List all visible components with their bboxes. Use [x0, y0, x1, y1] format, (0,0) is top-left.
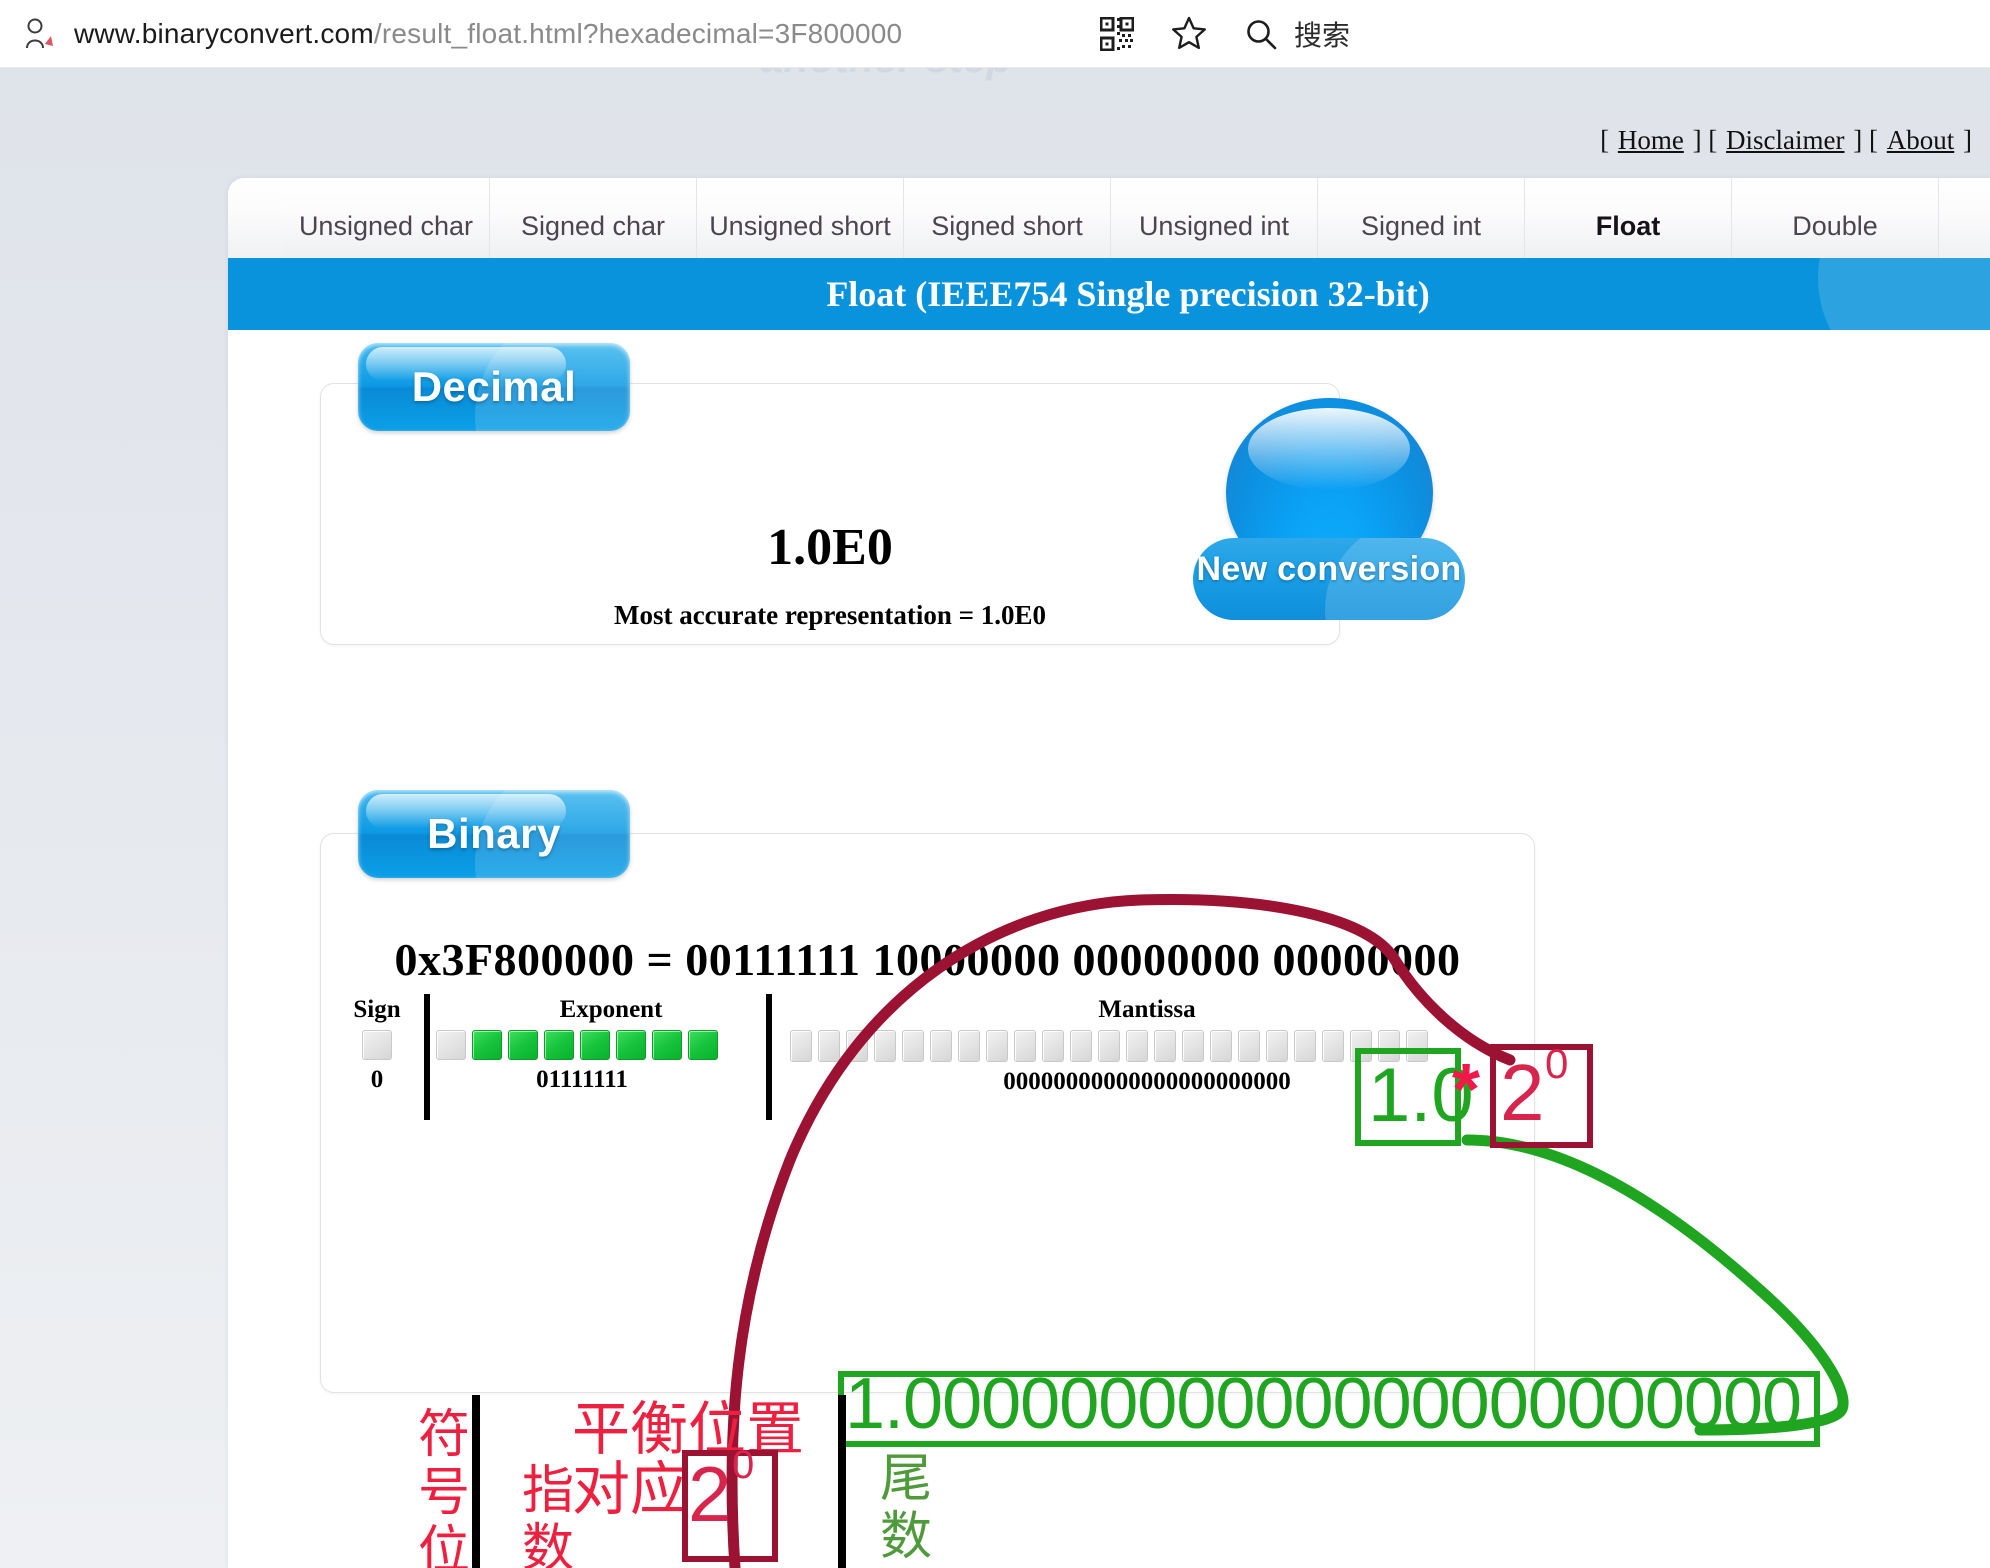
tab-label: Signed short [931, 211, 1083, 241]
url-path: /result_float.html?hexadecimal=3F800000 [373, 17, 903, 49]
mantissa-bit-19 [1322, 1030, 1344, 1062]
decimal-pill-label: Decimal [411, 363, 577, 410]
sign-bit [362, 1030, 392, 1060]
new-conversion-button[interactable]: New conversion [1193, 398, 1483, 648]
tab-label: Unsigned short [709, 211, 891, 241]
bit-fields: Sign 0 Exponent 01111111 Mantissa 000000… [338, 994, 1528, 1120]
mantissa-bit-3 [874, 1030, 896, 1062]
mantissa-bit-10 [1070, 1030, 1092, 1062]
exponent-bit-3 [544, 1030, 574, 1060]
sign-bit-row [362, 1030, 392, 1060]
tab-label: Signed int [1360, 211, 1482, 241]
mantissa-bit-21 [1378, 1030, 1400, 1062]
mantissa-bit-5 [930, 1030, 952, 1062]
bracket-sep-1: ] [ [1692, 125, 1718, 155]
search-button[interactable]: 搜索 [1240, 13, 1350, 55]
tab-signed-short[interactable]: Signed short [904, 178, 1111, 258]
mantissa-bit-12 [1126, 1030, 1148, 1062]
tab-signed-char[interactable]: Signed char [490, 178, 697, 258]
exponent-bit-row [436, 1030, 718, 1060]
star-icon[interactable] [1168, 13, 1210, 55]
tab-unsigned-int[interactable]: Unsigned int [1111, 178, 1318, 258]
binary-pill: Binary [358, 790, 630, 878]
binary-panel [320, 833, 1535, 1393]
mantissa-bit-4 [902, 1030, 924, 1062]
type-tabs: Unsigned char Signed char Unsigned short… [228, 178, 1990, 258]
site-content: Unsigned char Signed char Unsigned short… [228, 178, 1990, 1568]
bracket-close: ] [1963, 125, 1972, 155]
decimal-value: 1.0E0 [767, 519, 893, 576]
page-title: Float (IEEE754 Single precision 32-bit) [826, 274, 1430, 314]
tab-label: Unsigned int [1138, 211, 1290, 241]
url-host: www.binaryconvert.com [74, 17, 374, 49]
top-links: [ Home ] [ Disclaimer ] [ About ] [1600, 125, 1972, 156]
decimal-pill: Decimal [358, 343, 630, 431]
field-divider-1 [424, 994, 430, 1120]
exponent-bit-value: 01111111 [536, 1066, 628, 1093]
field-divider-2 [766, 994, 772, 1120]
search-label: 搜索 [1293, 19, 1350, 51]
bracket-open: [ [1600, 125, 1610, 155]
tab-double[interactable]: Double [1732, 178, 1939, 258]
bracket-sep-2: ] [ [1853, 125, 1878, 155]
tab-unsigned-char[interactable]: Unsigned char [283, 178, 490, 258]
mantissa-bit-18 [1294, 1030, 1316, 1062]
mantissa-bit-1 [818, 1030, 840, 1062]
mantissa-bit-13 [1154, 1030, 1176, 1062]
mantissa-bit-7 [986, 1030, 1008, 1062]
mantissa-bit-20 [1350, 1030, 1372, 1062]
exponent-bit-0 [436, 1030, 466, 1060]
sign-label: Sign [353, 996, 401, 1023]
tab-float[interactable]: Float [1525, 178, 1732, 258]
mantissa-bit-17 [1266, 1030, 1288, 1062]
mantissa-bit-14 [1182, 1030, 1204, 1062]
mantissa-bit-16 [1238, 1030, 1260, 1062]
mantissa-bit-6 [958, 1030, 980, 1062]
mantissa-bit-15 [1210, 1030, 1232, 1062]
exponent-bit-2 [508, 1030, 538, 1060]
exponent-label: Exponent [559, 996, 663, 1023]
mantissa-bit-2 [846, 1030, 868, 1062]
tab-label: Double [1792, 211, 1878, 241]
exponent-bit-6 [652, 1030, 682, 1060]
link-about[interactable]: About [1887, 125, 1955, 155]
mantissa-bit-9 [1042, 1030, 1064, 1062]
profile-icon[interactable] [22, 17, 56, 51]
tab-label: Signed char [520, 211, 666, 241]
decimal-accurate-representation: Most accurate representation = 1.0E0 [613, 600, 1047, 630]
search-icon [1240, 13, 1282, 55]
tab-signed-int[interactable]: Signed int [1318, 178, 1525, 258]
mantissa-bit-0 [790, 1030, 812, 1062]
link-disclaimer[interactable]: Disclaimer [1726, 125, 1844, 155]
browser-toolbar: www.binaryconvert.com/result_float.html?… [0, 0, 1990, 68]
link-home[interactable]: Home [1618, 125, 1684, 155]
tab-label: Float [1595, 211, 1661, 241]
mantissa-bit-22 [1406, 1030, 1428, 1062]
toolbar-actions: 搜索 [1096, 13, 1350, 55]
tab-unsigned-short[interactable]: Unsigned short [697, 178, 904, 258]
address-bar[interactable]: www.binaryconvert.com/result_float.html?… [74, 18, 902, 50]
hex-binary-expression: 0x3F800000 = 00111111 10000000 00000000 … [394, 934, 1461, 985]
mantissa-bit-11 [1098, 1030, 1120, 1062]
section-title-bar: Float (IEEE754 Single precision 32-bit) [228, 258, 1990, 330]
exponent-bit-1 [472, 1030, 502, 1060]
sign-bit-value: 0 [370, 1066, 384, 1093]
mantissa-label: Mantissa [1098, 996, 1196, 1023]
qr-code-icon[interactable] [1096, 13, 1138, 55]
exponent-bit-5 [616, 1030, 646, 1060]
exponent-bit-7 [688, 1030, 718, 1060]
binary-pill-label: Binary [427, 810, 561, 857]
mantissa-bit-row [790, 1030, 1428, 1062]
new-conversion-label: New conversion [1196, 550, 1462, 588]
tab-label: Unsigned char [298, 211, 474, 241]
mantissa-bit-8 [1014, 1030, 1036, 1062]
exponent-bit-4 [580, 1030, 610, 1060]
mantissa-bit-value: 00000000000000000000000 [1003, 1068, 1291, 1095]
